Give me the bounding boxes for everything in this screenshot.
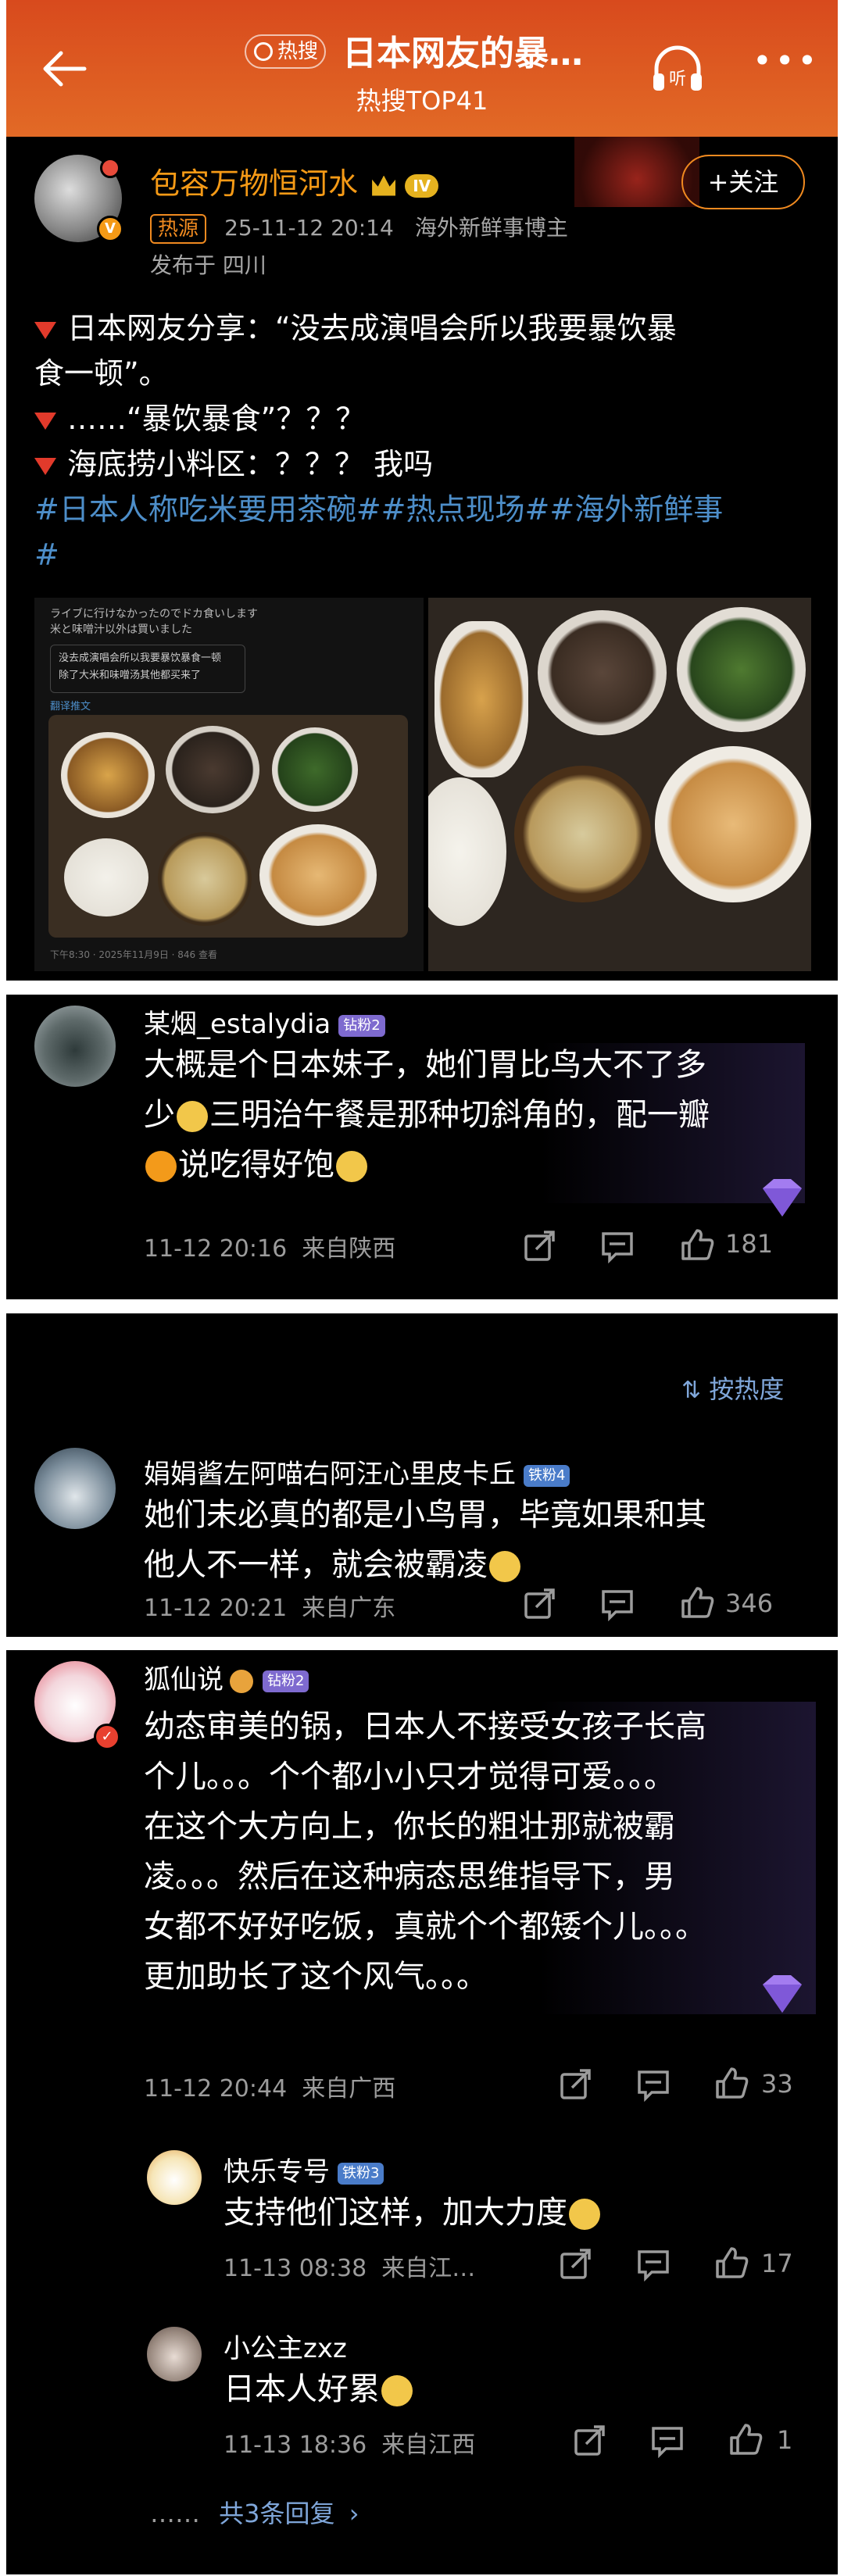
like-icon[interactable] — [714, 2246, 749, 2280]
comment-icon[interactable] — [636, 2247, 671, 2281]
post-text-line: ……“暴饮暴食”？？？ — [34, 397, 365, 441]
food-photo — [48, 715, 408, 938]
hot-source-tag[interactable]: 热源 — [150, 214, 207, 244]
level-badge: IV — [405, 173, 439, 198]
hashtags[interactable]: #日本人称吃米要用茶碗##热点现场##海外新鲜事 — [34, 488, 723, 531]
commenter-avatar[interactable] — [34, 1006, 116, 1087]
hashtag-continuation[interactable]: # — [34, 533, 59, 577]
author-name[interactable]: 包容万物恒河水 — [150, 166, 358, 201]
comment-author-row: 娟娟酱左阿喵右阿汪心里皮卡丘 铁粉4 — [144, 1452, 570, 1491]
comment-author-name[interactable]: 某烟_estalydia — [144, 1009, 331, 1040]
comment-meta: 11-12 20:21 来自广东 — [144, 1595, 396, 1622]
comment-card: 某烟_estalydia 钻粉2 大概是个日本妹子，她们胃比鸟大不了多 少三明治午… — [6, 995, 838, 1299]
like-count: 181 — [725, 1229, 774, 1259]
emoji-icon — [177, 1101, 208, 1132]
tweet-text-jp: ライブに行けなかったのでドカ食いします — [50, 608, 258, 620]
reply-avatar[interactable] — [147, 2327, 202, 2381]
reply-author-row: 快乐专号 铁粉3 — [224, 2150, 384, 2188]
red-triangle-icon — [34, 412, 56, 430]
comment-text: 她们未必真的都是小鸟胃，毕竟如果和其 他人不一样，就会被霸凌 — [144, 1497, 706, 1583]
fan-badge: 铁粉4 — [524, 1464, 570, 1487]
comment-author-row: 狐仙说 钻粉2 — [144, 1658, 309, 1696]
comment-text: 幼态审美的锅，日本人不接受女孩子长高 个儿。。。个个都小小只才觉得可爱。。。 在… — [144, 1709, 706, 1995]
post-content: V 包容万物恒河水 IV 热源 25-11-12 20:14 海外新鲜事博主 发… — [0, 0, 844, 984]
like-icon[interactable] — [680, 1227, 714, 1262]
verified-badge: V — [97, 216, 123, 242]
comment-card: ✓ 狐仙说 钻粉2 幼态审美的锅，日本人不接受女孩子长高 个儿。。。个个都小小只才… — [6, 1650, 838, 2574]
diamond-decoration-icon — [763, 1179, 802, 1217]
like-count: 17 — [761, 2249, 793, 2278]
comment-author-row: 某烟_estalydia 钻粉2 — [144, 1002, 385, 1041]
fan-badge: 钻粉2 — [263, 1670, 309, 1692]
fan-badge: 铁粉3 — [338, 2162, 384, 2185]
sort-by-hot-button[interactable]: ⇅ 按热度 — [681, 1370, 784, 1406]
author-description: 海外新鲜事博主 — [414, 215, 568, 241]
crown-emoji-icon — [230, 1669, 253, 1693]
share-icon[interactable] — [572, 2424, 606, 2458]
like-icon[interactable] — [680, 1585, 714, 1620]
post-image-tweet-screenshot[interactable]: ライブに行けなかったのでドカ食いします 米と味噌汁以外は買いました 没去成演唱会… — [34, 598, 424, 971]
live-dot — [100, 158, 120, 178]
reply-text: 支持他们这样，加大力度 — [224, 2188, 602, 2238]
post-text-line: 海底捞小料区：？？？ 我吗 — [34, 442, 433, 486]
more-replies-link[interactable]: …… 共3条回复 › — [150, 2494, 359, 2530]
reply-text: 日本人好累 — [224, 2364, 414, 2414]
commenter-avatar[interactable] — [34, 1448, 116, 1529]
comment-icon[interactable] — [636, 2067, 671, 2102]
share-icon[interactable] — [522, 1587, 556, 1621]
emoji-icon — [381, 2375, 413, 2406]
comment-meta: 11-12 20:16 来自陕西 — [144, 1235, 396, 1263]
tweet-footer: 下午8:30 · 2025年11月9日 · 846 查看 — [50, 949, 217, 960]
reply-meta: 11-13 18:36 来自江西 — [224, 2431, 476, 2459]
reply-meta: 11-13 08:38 来自江… — [224, 2255, 476, 2282]
translate-link: 翻译推文 — [50, 701, 91, 713]
post-location: 发布于 四川 — [150, 252, 266, 278]
like-count: 1 — [777, 2425, 793, 2455]
reply-avatar[interactable] — [147, 2150, 202, 2205]
like-count: 346 — [725, 1588, 774, 1618]
reply-author-name[interactable]: 快乐专号 — [224, 2156, 330, 2188]
fan-badge: 钻粉2 — [338, 1014, 385, 1037]
post-text-line: 日本网友分享：“没去成演唱会所以我要暴饮暴 — [34, 306, 677, 350]
comment-text: 大概是个日本妹子，她们胃比鸟大不了多 少三明治午餐是那种切斜角的，配一瓣 说吃得… — [144, 1047, 710, 1183]
share-icon[interactable] — [558, 2247, 592, 2281]
comment-icon[interactable] — [650, 2424, 685, 2458]
comment-author-name[interactable]: 娟娟酱左阿喵右阿汪心里皮卡丘 — [144, 1459, 516, 1490]
like-count: 33 — [761, 2069, 793, 2099]
comment-icon[interactable] — [600, 1587, 635, 1621]
diamond-decoration-icon — [763, 1975, 802, 2013]
post-meta-row: 热源 25-11-12 20:14 海外新鲜事博主 — [150, 211, 568, 244]
author-row: 包容万物恒河水 IV — [150, 159, 439, 202]
like-icon[interactable] — [714, 2066, 749, 2100]
post-time: 25-11-12 20:14 — [224, 215, 394, 241]
tweet-text-jp-2: 米と味噌汁以外は買いました — [50, 623, 192, 636]
post-image-food[interactable] — [428, 598, 811, 971]
orange-emoji-icon — [145, 1151, 177, 1182]
comment-icon[interactable] — [600, 1229, 635, 1263]
translation-box: 没去成演唱会所以我要暴饮暴食一顿 除了大米和味噌汤其他都买来了 — [50, 645, 245, 693]
follow-button[interactable]: +关注 — [681, 155, 805, 209]
red-triangle-icon — [34, 321, 56, 339]
share-icon[interactable] — [522, 1229, 556, 1263]
comment-author-name[interactable]: 狐仙说 — [144, 1664, 224, 1695]
chevron-right-icon: › — [349, 2499, 359, 2528]
vip-banner-decoration — [574, 137, 699, 207]
comment-card: ⇅ 按热度 娟娟酱左阿喵右阿汪心里皮卡丘 铁粉4 她们未必真的都是小鸟胃，毕竟如果… — [6, 1313, 838, 1637]
emoji-icon — [489, 1551, 520, 1582]
reply-author-name[interactable]: 小公主zxz — [224, 2327, 347, 2365]
emoji-icon — [336, 1151, 367, 1182]
red-triangle-icon — [34, 457, 56, 475]
share-icon[interactable] — [558, 2067, 592, 2102]
crown-icon — [372, 175, 396, 196]
like-icon[interactable] — [728, 2422, 763, 2456]
verified-badge: ✓ — [94, 1724, 120, 1750]
comment-meta: 11-12 20:44 来自广西 — [144, 2075, 396, 2103]
sort-icon: ⇅ — [681, 1377, 702, 1404]
post-text-line: 食一顿”。 — [34, 356, 169, 391]
emoji-icon — [569, 2199, 600, 2230]
